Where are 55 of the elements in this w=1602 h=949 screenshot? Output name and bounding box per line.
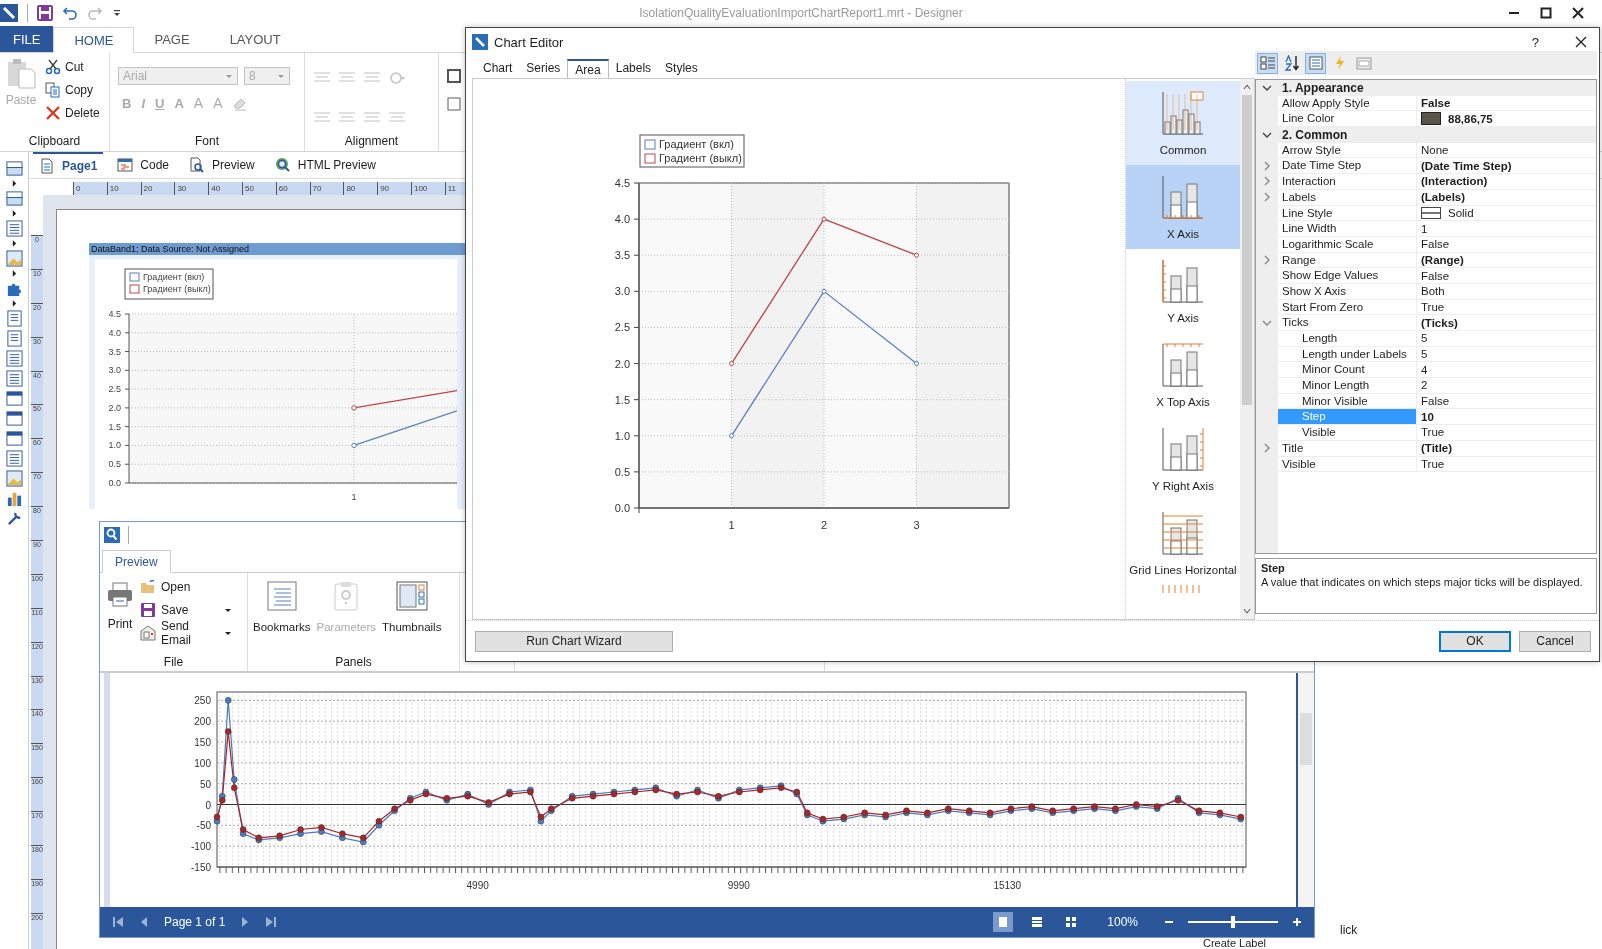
axis-label: 1 — [728, 519, 735, 531]
axis-label: 250 — [194, 695, 211, 707]
axis-label: 3.5 — [108, 346, 121, 357]
axis-label: 2.5 — [108, 384, 121, 395]
axis-label: 15130 — [993, 880, 1022, 891]
axis-label: 2.0 — [614, 357, 630, 370]
group-label: File — [162, 655, 185, 669]
axis-label: 0.0 — [614, 502, 630, 514]
axis-label: 4.0 — [108, 327, 121, 338]
category-label: 1. Appearance — [1282, 80, 1364, 95]
axis-label: 4.5 — [614, 177, 630, 189]
axis-label: 3.5 — [614, 249, 630, 262]
axis-label: 0.5 — [614, 465, 630, 478]
axis-label: 9990 — [727, 880, 750, 891]
axis-label: 0.5 — [108, 459, 121, 470]
window-title: IsolationQualityEvaluationImportChartReport1.mrt - Designer — [638, 6, 964, 20]
legend-label: Градиент (выкл) — [659, 152, 742, 164]
axis-label: -100 — [191, 841, 211, 853]
page-indicator: Page 1 of 1 — [164, 915, 226, 929]
axis-label: 4.5 — [108, 309, 121, 319]
legend-label: Градиент (выкл) — [143, 284, 211, 294]
legend-label: Градиент (вкл) — [143, 272, 205, 282]
axis-label: 150 — [194, 737, 211, 748]
zoom-value: 100% — [1107, 915, 1138, 929]
group-label: Font — [194, 134, 220, 148]
axis-label: 3.0 — [614, 285, 630, 298]
axis-label: 0.0 — [108, 478, 121, 488]
description-text: A value that indicates on which steps major ticks will be displayed. — [1261, 576, 1584, 588]
axis-label: 2.5 — [614, 321, 630, 334]
axis-label: 3.0 — [108, 365, 121, 376]
axis-label: 100 — [194, 757, 211, 769]
axis-label: 4990 — [466, 880, 489, 891]
axis-label: -50 — [196, 820, 211, 832]
category-label: 2. Common — [1282, 127, 1348, 142]
legend-label: Градиент (вкл) — [659, 138, 734, 150]
description-title: Step — [1261, 562, 1286, 574]
group-label: Alignment — [343, 134, 400, 148]
group-label: Clipboard — [27, 134, 82, 148]
dialog-title: Chart Editor — [494, 34, 564, 50]
axis-label: 1 — [351, 492, 357, 502]
axis-label: 4.0 — [614, 213, 630, 226]
axis-label: -150 — [191, 862, 211, 873]
axis-label: 1.0 — [614, 429, 630, 442]
axis-label: 50 — [199, 778, 211, 790]
group-label: Panels — [334, 655, 373, 669]
panel-text: Create Label — [1203, 938, 1267, 949]
axis-label: 1.5 — [108, 421, 121, 432]
axis-label: 1.0 — [108, 440, 121, 451]
axis-label: 2.0 — [108, 402, 121, 413]
axis-label: 0 — [205, 799, 211, 811]
panel-text: lick — [1340, 923, 1359, 937]
axis-label: 2 — [820, 519, 828, 531]
axis-label: 1.5 — [614, 393, 630, 406]
axis-label: 200 — [194, 716, 211, 728]
axis-label: 3 — [913, 519, 920, 531]
